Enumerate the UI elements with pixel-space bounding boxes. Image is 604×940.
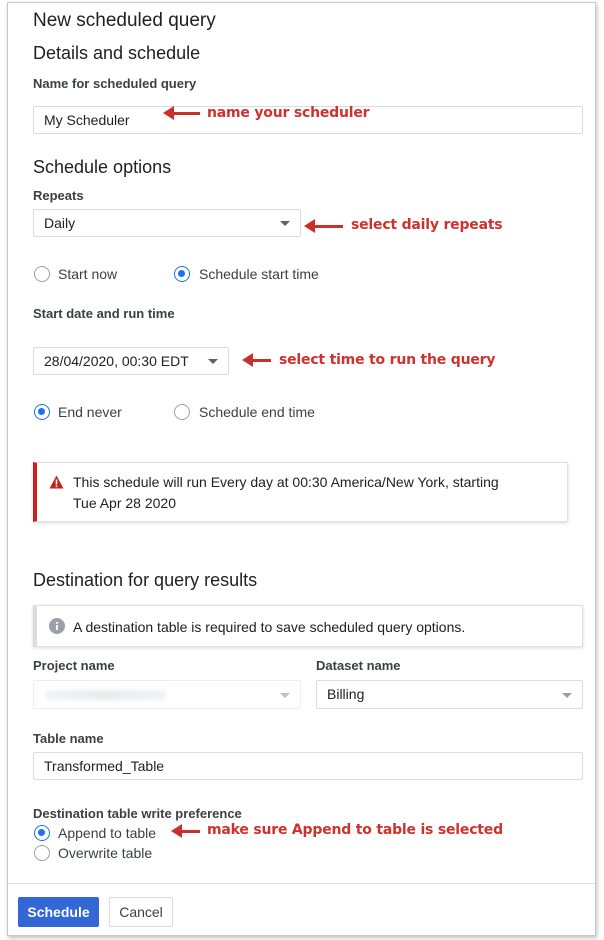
annotation-arrow-repeats	[304, 219, 343, 233]
project-label: Project name	[33, 658, 115, 673]
annotation-arrow-time	[242, 353, 271, 367]
schedule-start-radio[interactable]	[174, 266, 190, 282]
start-time-select[interactable]: 28/04/2020, 00:30 EDT	[33, 347, 229, 375]
info-text: A destination table is required to save …	[73, 619, 466, 635]
warning-icon	[49, 475, 64, 489]
dataset-select[interactable]: Billing	[316, 680, 583, 709]
repeats-value: Daily	[44, 215, 76, 231]
table-label: Table name	[33, 731, 104, 746]
overwrite-label: Overwrite table	[58, 845, 153, 861]
annotation-arrow-name	[163, 106, 200, 120]
repeats-select[interactable]: Daily	[33, 209, 301, 237]
annotation-name: name your scheduler	[207, 105, 370, 121]
schedule-options-heading: Schedule options	[33, 157, 172, 177]
destination-info: A destination table is required to save …	[33, 605, 583, 647]
warning-text-line2: Tue Apr 28 2020	[73, 495, 177, 511]
chevron-down-icon	[562, 693, 572, 698]
annotation-arrow-append	[171, 824, 200, 838]
start-now-radio[interactable]	[34, 266, 50, 282]
schedule-end-radio[interactable]	[174, 404, 190, 420]
dialog-title: New scheduled query	[33, 10, 216, 31]
info-icon	[49, 618, 65, 634]
start-now-label: Start now	[58, 266, 118, 282]
annotation-append: make sure Append to table is selected	[207, 822, 503, 838]
details-heading: Details and schedule	[33, 43, 201, 63]
chevron-down-icon	[280, 693, 290, 698]
footer-divider	[8, 883, 595, 884]
table-input[interactable]: Transformed_Table	[33, 752, 583, 780]
schedule-end-label: Schedule end time	[199, 404, 315, 420]
project-select[interactable]	[33, 680, 301, 709]
start-time-value: 28/04/2020, 00:30 EDT	[44, 353, 189, 369]
schedule-button[interactable]: Schedule	[18, 897, 99, 927]
overwrite-radio[interactable]	[34, 845, 50, 861]
dataset-value: Billing	[327, 686, 365, 702]
chevron-down-icon	[280, 221, 290, 226]
cancel-button[interactable]: Cancel	[109, 897, 173, 927]
schedule-warning: This schedule will run Every day at 00:3…	[33, 462, 568, 522]
destination-heading: Destination for query results	[33, 570, 258, 590]
redacted-project-name	[46, 690, 166, 700]
chevron-down-icon	[208, 359, 218, 364]
append-label: Append to table	[58, 825, 157, 841]
annotation-time: select time to run the query	[279, 352, 496, 368]
schedule-start-label: Schedule start time	[199, 266, 319, 282]
warning-text-line1: This schedule will run Every day at 00:3…	[73, 474, 499, 490]
append-radio[interactable]	[34, 825, 50, 841]
repeats-label: Repeats	[33, 188, 84, 203]
end-never-radio[interactable]	[34, 404, 50, 420]
dataset-label: Dataset name	[316, 658, 401, 673]
name-label: Name for scheduled query	[33, 76, 197, 91]
annotation-repeats: select daily repeats	[351, 217, 503, 233]
end-never-label: End never	[58, 404, 122, 420]
start-time-label: Start date and run time	[33, 306, 175, 321]
write-pref-label: Destination table write preference	[33, 806, 242, 821]
